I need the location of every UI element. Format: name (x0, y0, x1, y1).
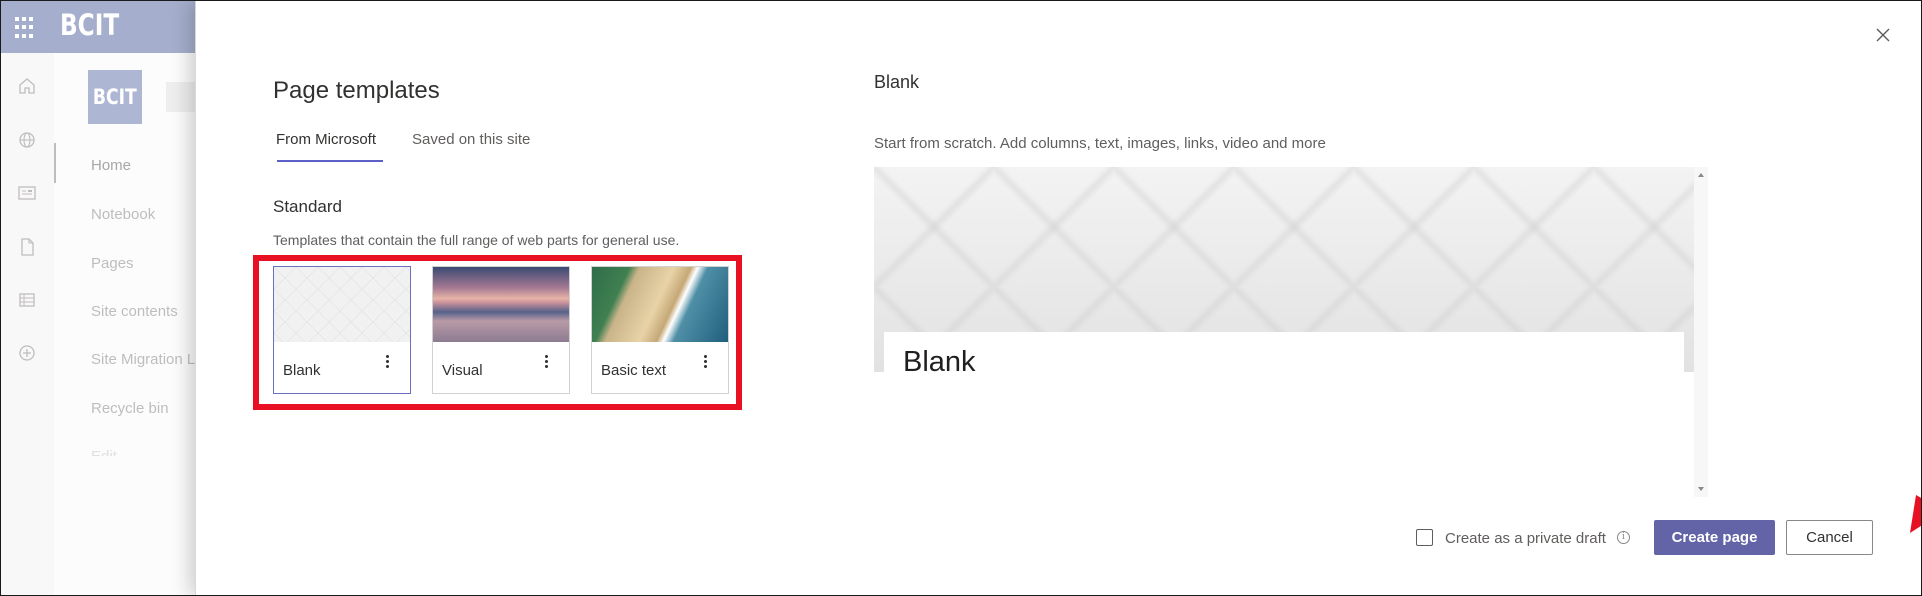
annotation-highlight-box (253, 255, 742, 410)
scroll-down-icon[interactable] (1698, 487, 1704, 491)
tab-from-microsoft[interactable]: From Microsoft (276, 131, 376, 148)
preview-description: Start from scratch. Add columns, text, i… (874, 135, 1326, 152)
template-preview[interactable]: Blank (874, 167, 1708, 497)
page-templates-dialog: Page templates From Microsoft Saved on t… (195, 0, 1922, 596)
private-draft-label[interactable]: Create as a private draft (1445, 530, 1606, 547)
dialog-title: Page templates (273, 77, 440, 104)
close-icon[interactable] (1874, 26, 1892, 44)
preview-scrollbar[interactable] (1694, 167, 1708, 497)
section-description: Templates that contain the full range of… (273, 232, 680, 248)
preview-body: Blank (884, 332, 1684, 497)
preview-title: Blank (874, 72, 920, 92)
tab-saved-on-this-site[interactable]: Saved on this site (412, 131, 530, 148)
scroll-up-icon[interactable] (1698, 173, 1704, 177)
section-title: Standard (273, 197, 342, 216)
active-tab-indicator (277, 160, 383, 162)
info-icon[interactable]: i (1617, 531, 1630, 544)
preview-heading: Blank (903, 346, 976, 378)
annotation-arrow-icon (1910, 495, 1922, 533)
create-page-button[interactable]: Create page (1654, 520, 1775, 555)
overlay-scrim (0, 0, 195, 596)
cancel-button[interactable]: Cancel (1786, 520, 1873, 555)
private-draft-checkbox[interactable] (1416, 529, 1433, 546)
